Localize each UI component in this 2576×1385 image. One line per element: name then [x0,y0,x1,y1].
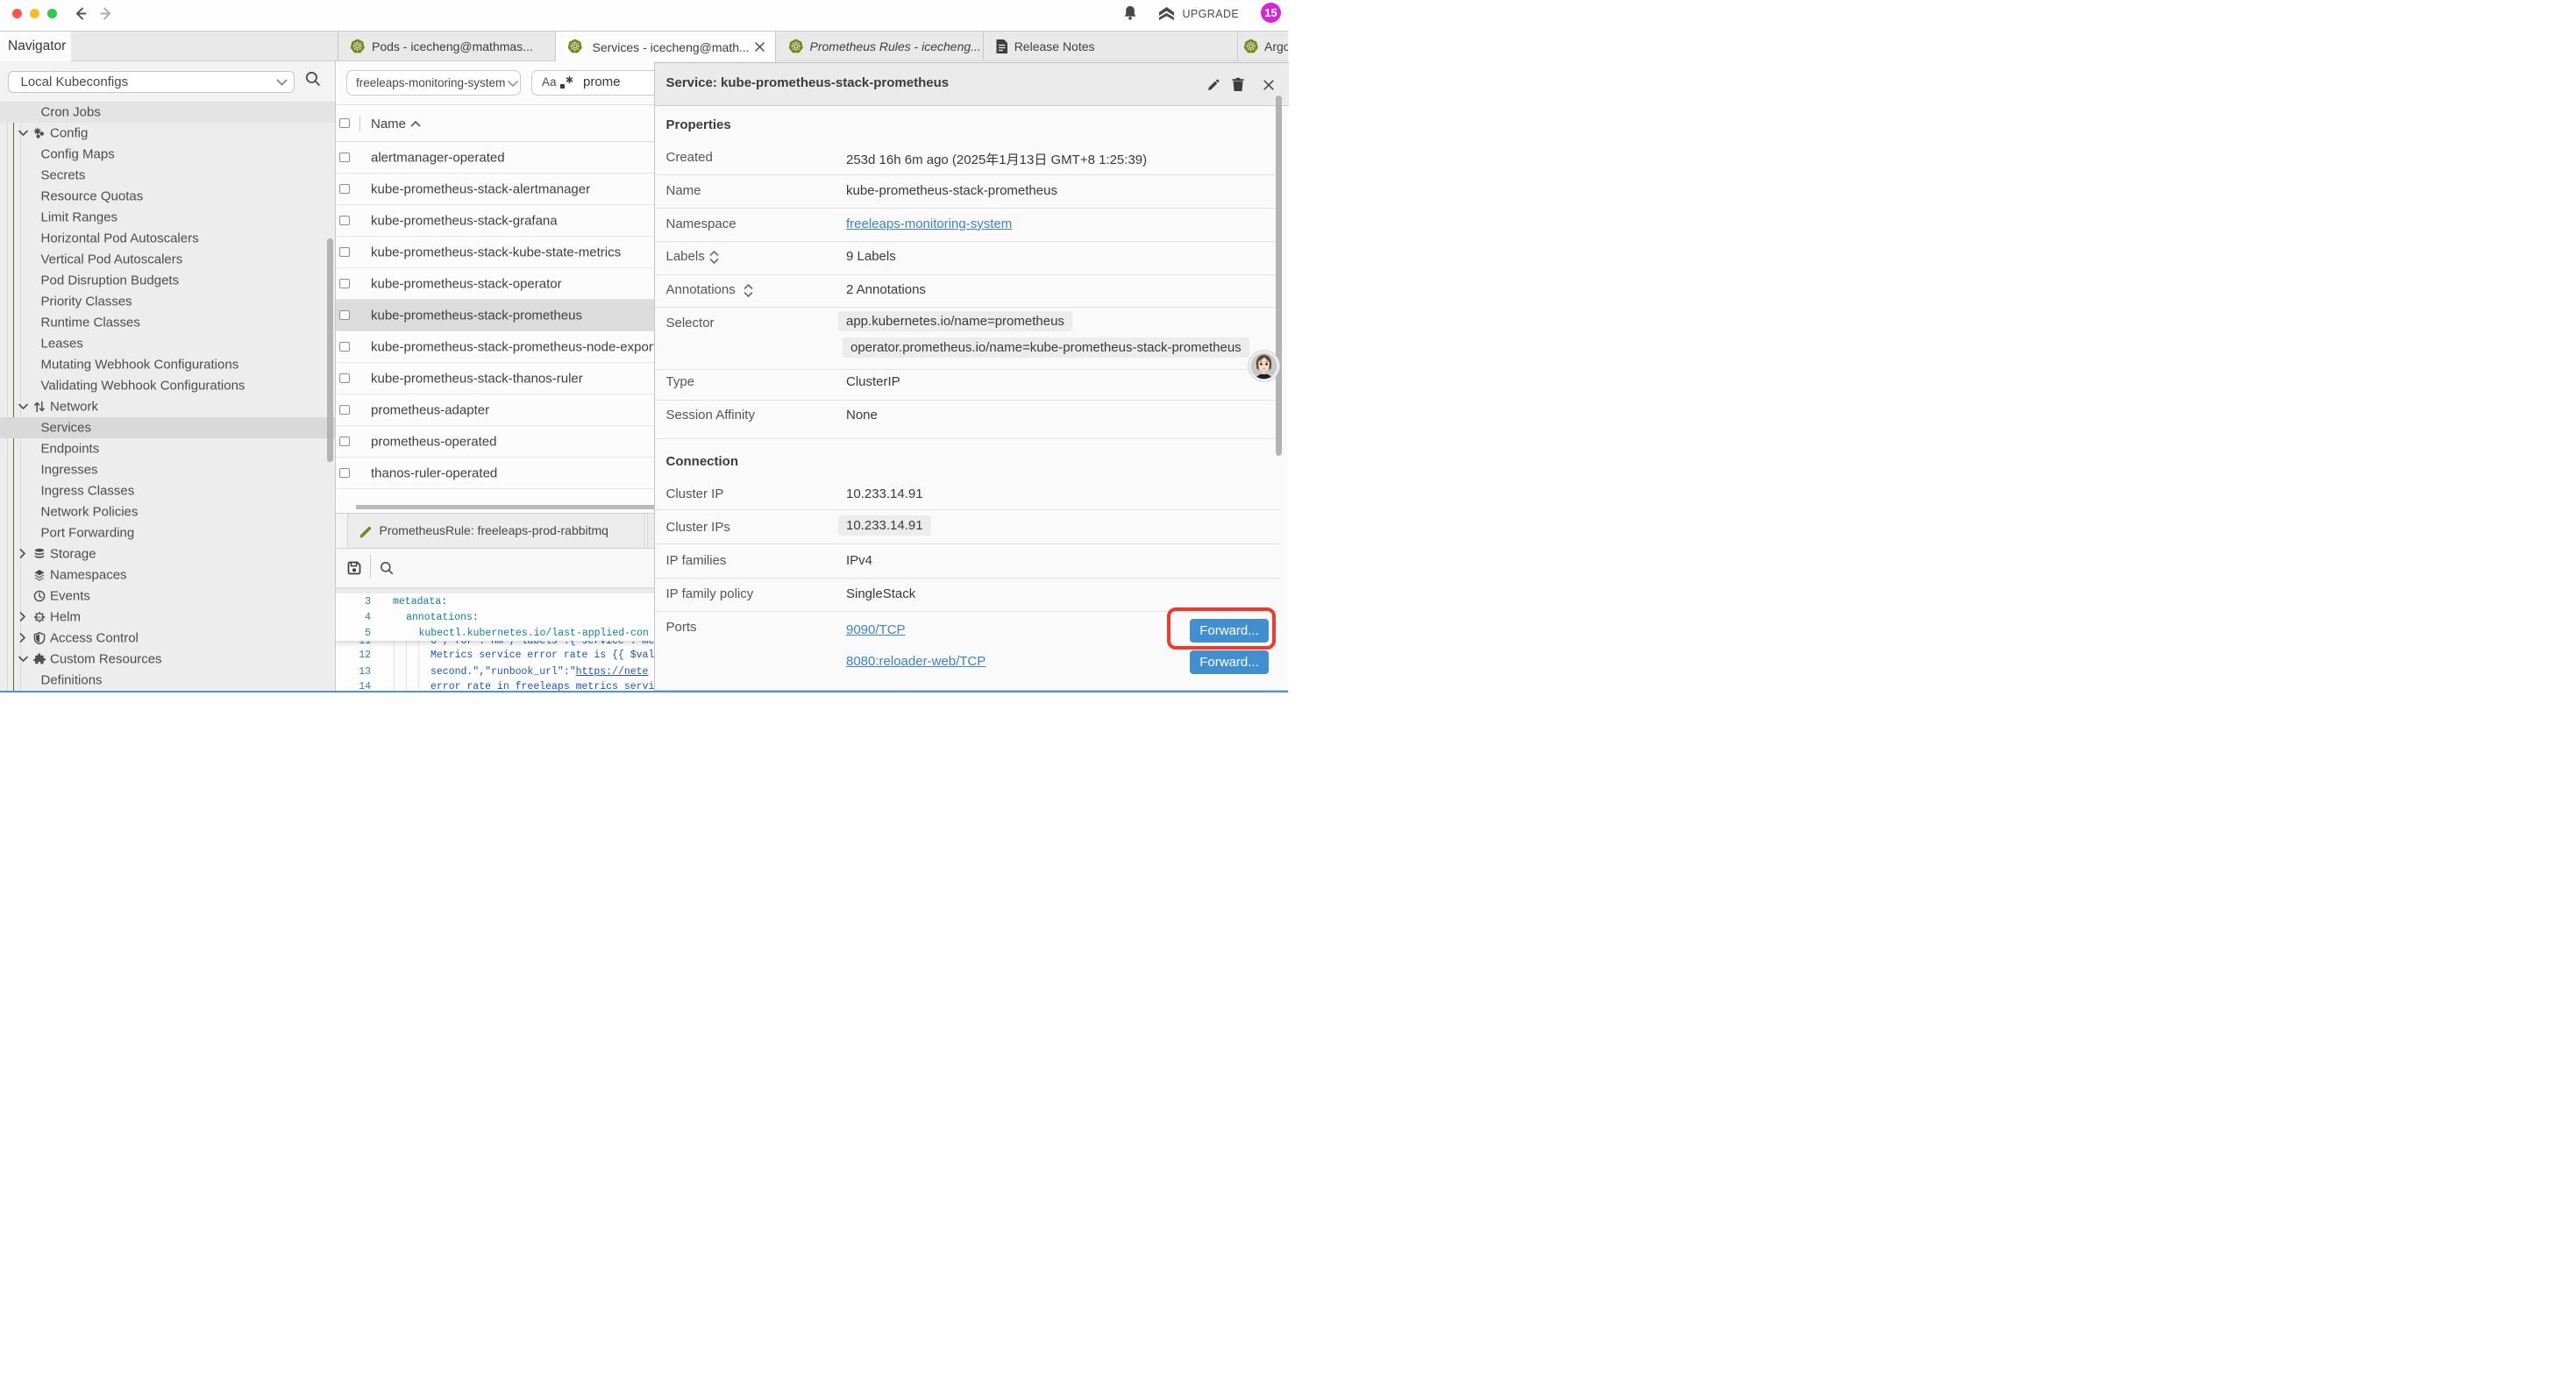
svg-text:HELM: HELM [34,614,45,619]
